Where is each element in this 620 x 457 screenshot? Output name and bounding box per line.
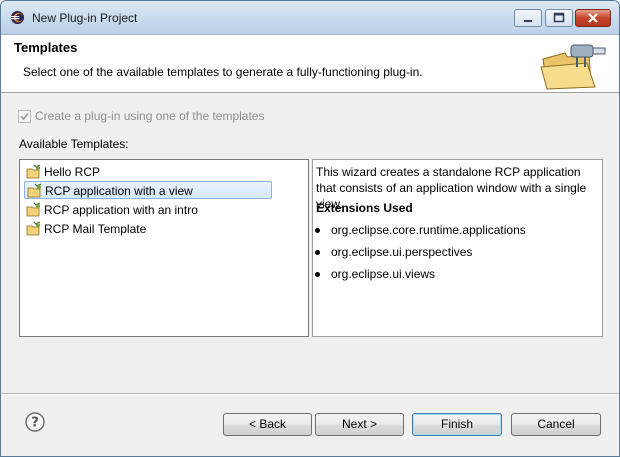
maximize-icon <box>553 12 565 23</box>
list-item-rcp-with-intro[interactable]: RCP application with an intro <box>24 201 272 219</box>
list-item-rcp-mail[interactable]: RCP Mail Template <box>24 220 272 238</box>
bullet-icon <box>315 250 320 255</box>
extension-item: org.eclipse.ui.perspectives <box>315 245 595 261</box>
minimize-icon <box>524 20 532 22</box>
minimize-button[interactable] <box>514 9 542 27</box>
list-item-label: RCP Mail Template <box>44 222 147 236</box>
use-template-checkbox[interactable] <box>18 110 31 123</box>
extension-label: org.eclipse.core.runtime.applications <box>331 223 526 237</box>
help-icon[interactable]: ? <box>25 412 45 432</box>
plugin-folder-wizard-icon <box>540 44 606 90</box>
next-button[interactable]: Next > <box>315 413 404 436</box>
bullet-icon <box>315 272 320 277</box>
templates-list[interactable]: Hello RCP RCP application with a view RC… <box>19 159 309 337</box>
cancel-button[interactable]: Cancel <box>511 413 601 436</box>
close-button[interactable] <box>575 9 611 27</box>
next-button-label: Next > <box>341 417 377 431</box>
available-templates-label: Available Templates: <box>19 137 129 151</box>
window-title: New Plug-in Project <box>32 11 138 25</box>
list-item-label: Hello RCP <box>44 165 101 179</box>
finish-button[interactable]: Finish <box>412 413 502 436</box>
finish-button-label: Finish <box>440 417 473 431</box>
template-description-panel: This wizard creates a standalone RCP app… <box>312 159 603 337</box>
extension-item: org.eclipse.ui.views <box>315 267 595 283</box>
cancel-button-label: Cancel <box>537 417 575 431</box>
plugin-template-icon <box>26 202 41 217</box>
back-button-label: < Back <box>248 417 287 431</box>
bullet-icon <box>315 228 320 233</box>
close-icon <box>588 13 598 23</box>
title-bar[interactable]: New Plug-in Project <box>1 1 619 35</box>
plugin-template-icon <box>26 221 41 236</box>
page-description: Select one of the available templates to… <box>23 65 423 79</box>
wizard-header: Templates Select one of the available te… <box>1 35 619 93</box>
button-bar-separator <box>1 393 619 395</box>
extension-label: org.eclipse.ui.views <box>331 267 436 281</box>
extensions-heading: Extensions Used <box>316 201 413 215</box>
list-item-rcp-with-view[interactable]: RCP application with a view <box>24 181 272 199</box>
plugin-template-icon <box>27 183 42 198</box>
list-item-label: RCP application with a view <box>45 184 193 198</box>
plugin-template-icon <box>26 164 41 179</box>
extension-label: org.eclipse.ui.perspectives <box>331 245 473 259</box>
list-item-label: RCP application with an intro <box>44 203 198 217</box>
checkmark-icon <box>20 112 29 121</box>
back-button[interactable]: < Back <box>223 413 312 436</box>
eclipse-icon <box>10 10 25 25</box>
svg-text:?: ? <box>31 416 39 431</box>
list-item-hello-rcp[interactable]: Hello RCP <box>24 163 272 181</box>
page-title: Templates <box>14 40 78 55</box>
maximize-button[interactable] <box>545 9 573 27</box>
extension-item: org.eclipse.core.runtime.applications <box>315 223 595 239</box>
new-plugin-project-dialog: New Plug-in Project Templates Select one… <box>0 0 620 457</box>
use-template-label: Create a plug-in using one of the templa… <box>35 109 265 123</box>
